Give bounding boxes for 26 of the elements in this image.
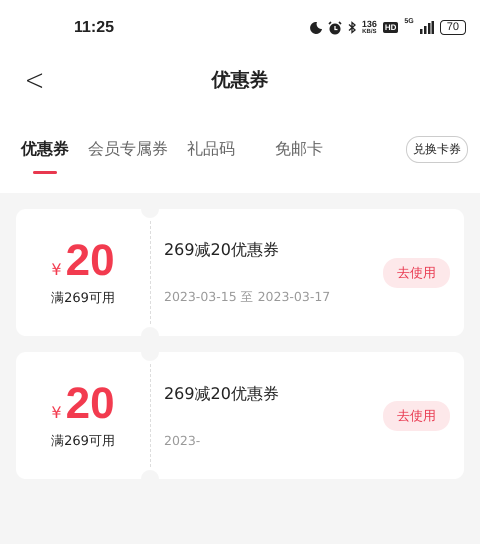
tab[interactable]: 免邮卡 (275, 138, 323, 174)
back-button[interactable]: < (21, 63, 48, 98)
coupon-validity: 2023-03-15 至 2023-03-17 (164, 288, 332, 306)
coupon-amount: 20 (66, 238, 115, 282)
tab[interactable]: 优惠券 (21, 138, 69, 174)
currency-symbol: ¥ (51, 402, 62, 422)
signal-icon (420, 21, 434, 34)
coupon-validity: 2023- (164, 432, 202, 448)
tab[interactable]: 礼品码 (187, 138, 235, 174)
use-button[interactable]: 去使用 (383, 400, 450, 430)
alarm-icon (328, 20, 342, 34)
coupon-condition: 满269可用 (51, 432, 115, 450)
use-button[interactable]: 去使用 (383, 258, 450, 288)
moon-icon (310, 22, 322, 34)
coupon-condition: 满269可用 (51, 290, 115, 306)
page-title: 优惠券 (212, 68, 268, 93)
coupon-amount: 20 (66, 382, 115, 426)
bluetooth-icon (348, 21, 356, 34)
status-time: 11:25 (74, 18, 114, 36)
battery-level: 70 (440, 20, 466, 35)
coupon-title: 269减20优惠券 (164, 240, 280, 260)
currency-symbol: ¥ (51, 260, 62, 278)
hd-badge: HD (382, 22, 398, 33)
redeem-button[interactable]: 兑换卡券 (406, 136, 468, 162)
coupon-title: 269减20优惠券 (164, 384, 280, 404)
tab[interactable]: 会员专属券 (88, 138, 168, 174)
